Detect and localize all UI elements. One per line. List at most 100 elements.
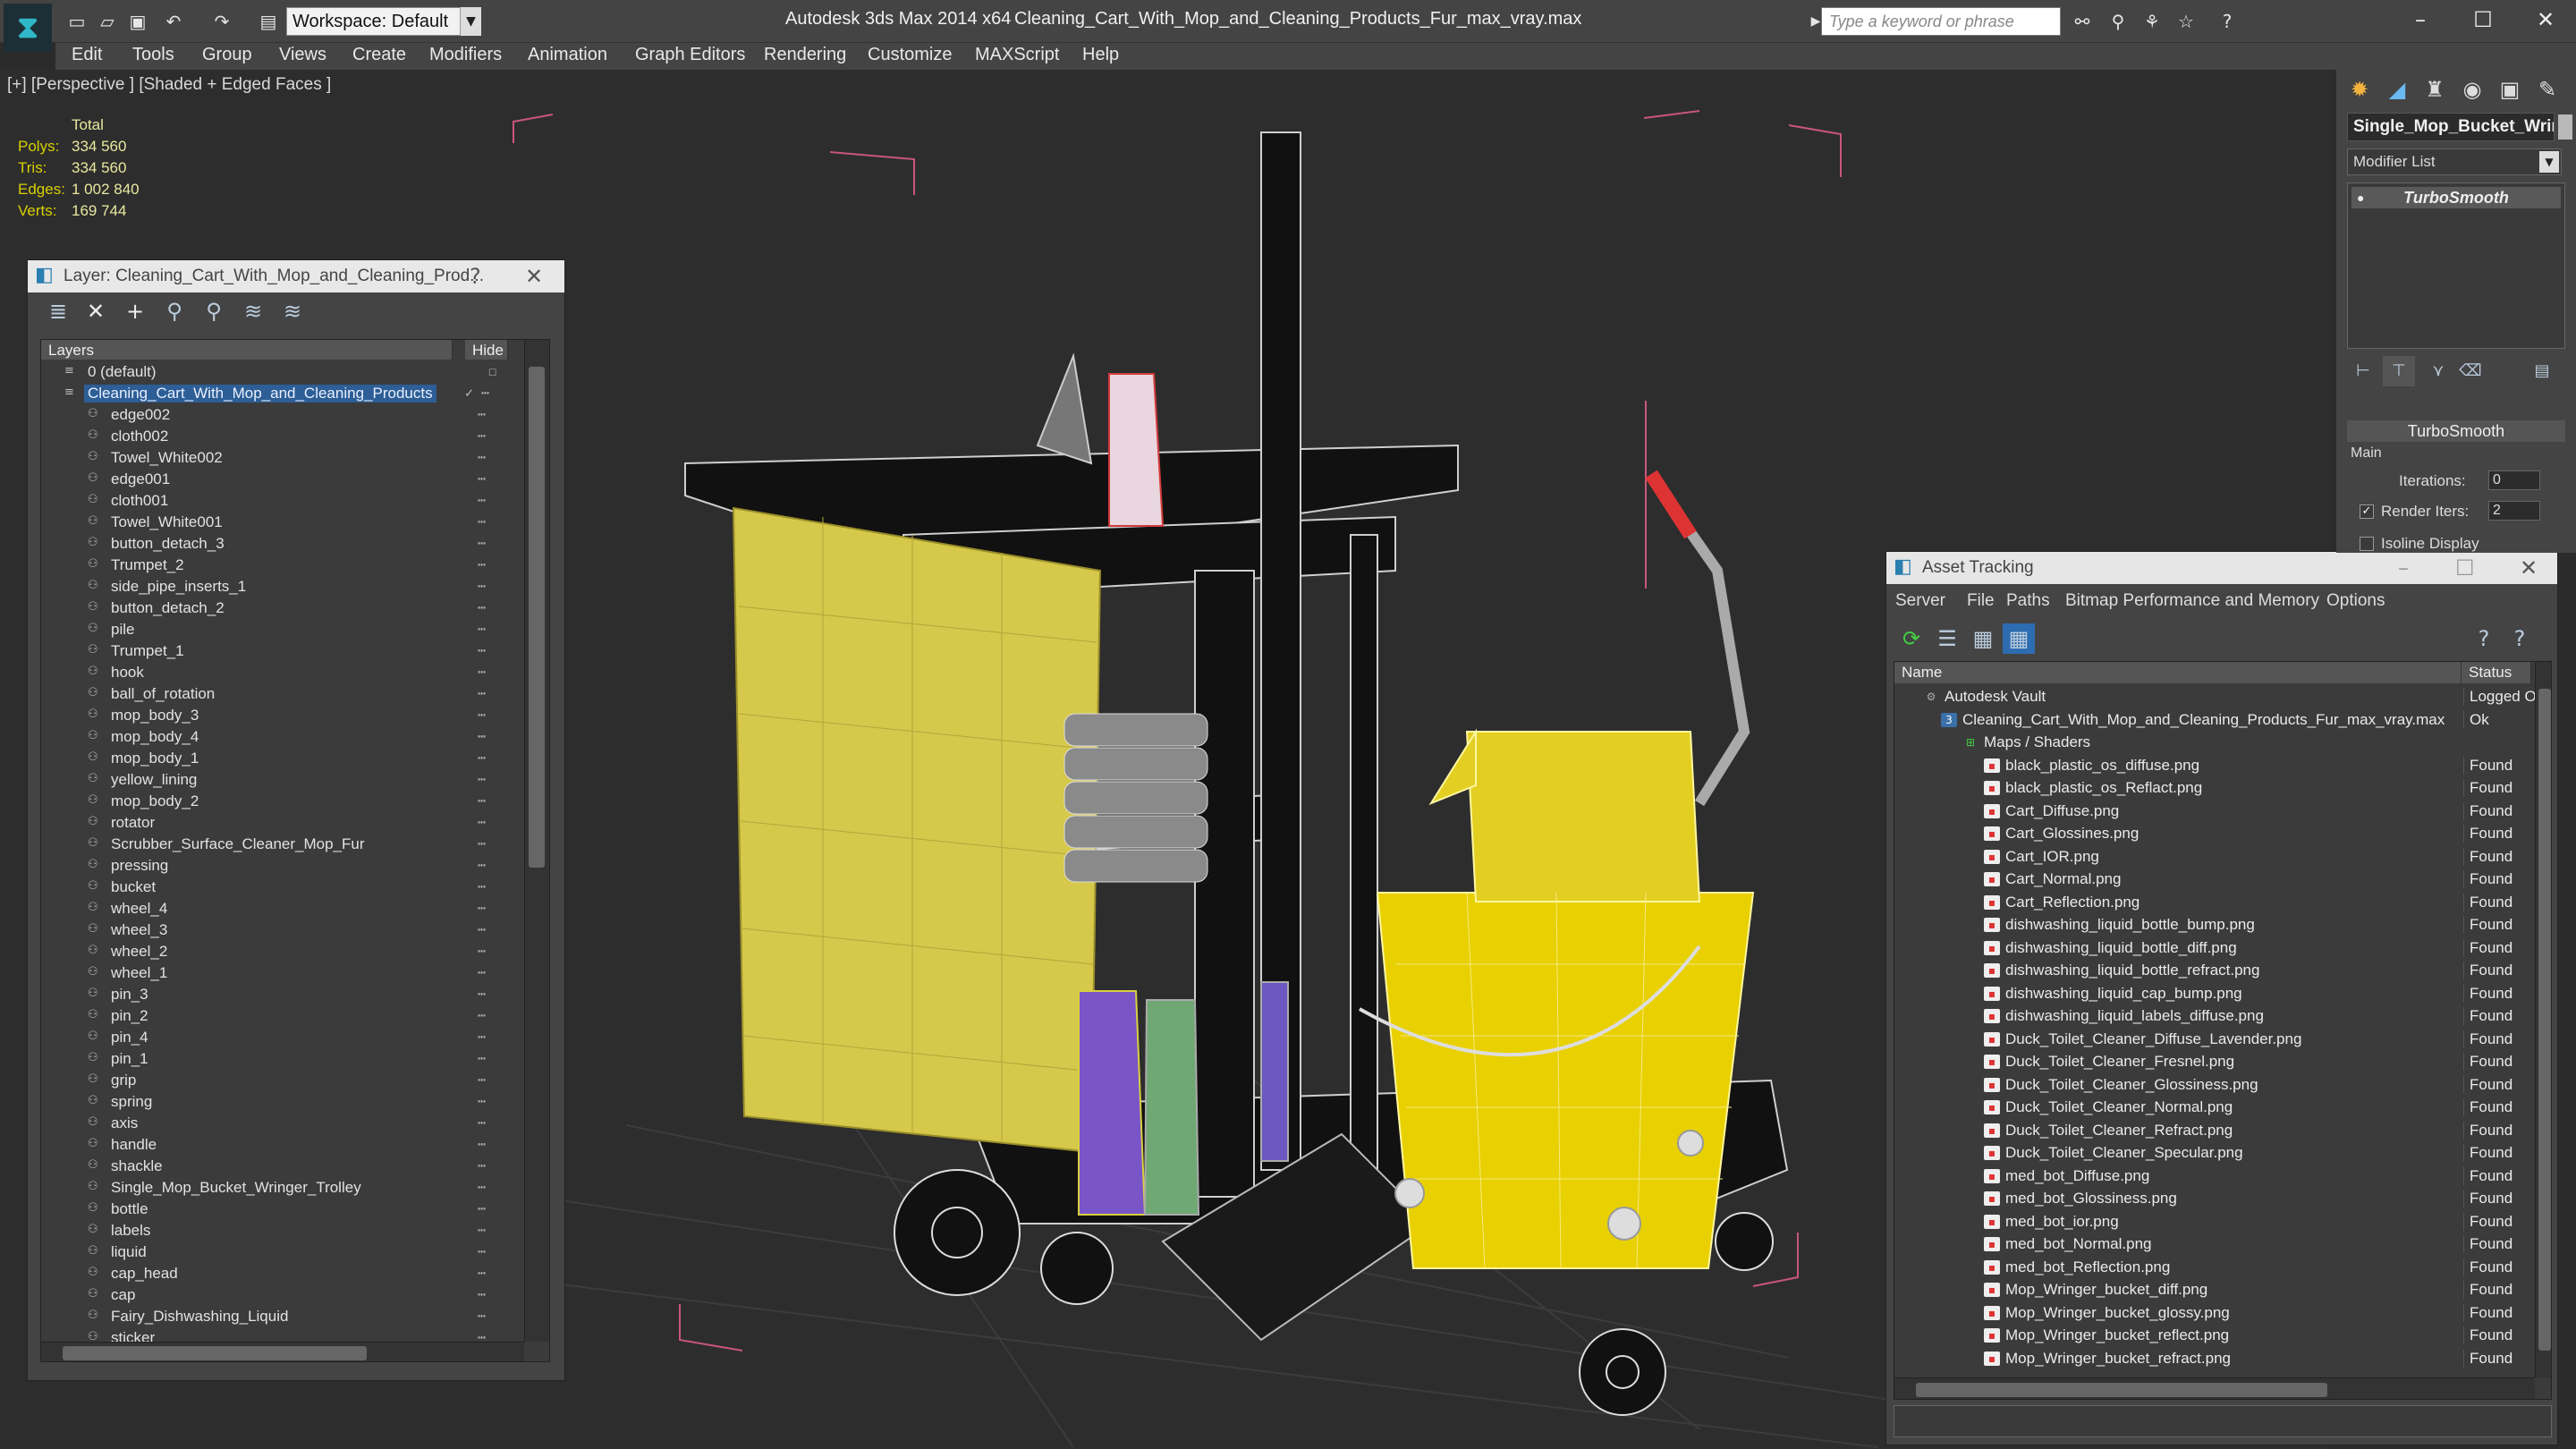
hide-toggle[interactable]: ⋯ (478, 599, 486, 615)
hide-column-header[interactable]: Hide (465, 340, 508, 360)
show-end-result-icon[interactable]: ⊤ (2383, 356, 2415, 386)
asset-vertical-scrollbar[interactable] (2535, 662, 2551, 1377)
menu-maxscript[interactable]: MAXScript (975, 45, 1059, 65)
exchange-icon[interactable]: ⚘ (2138, 7, 2166, 36)
asset-row[interactable]: ▪ dishwashing_liquid_bottle_refract.png Fo… (1894, 959, 2535, 982)
layer-row[interactable]: ⚇ Towel_White001 ⋯ (41, 512, 524, 533)
hide-toggle[interactable]: ⋯ (478, 1286, 486, 1302)
hide-toggle[interactable]: ⋯ (478, 492, 486, 508)
layer-row[interactable]: ⚇ Towel_White002 ⋯ (41, 447, 524, 469)
layer-row[interactable]: ⚇ Trumpet_2 ⋯ (41, 555, 524, 576)
asset-menu-paths[interactable]: Paths (2006, 591, 2050, 611)
asset-row[interactable]: ▪ dishwashing_liquid_labels_diffuse.png Fo… (1894, 1004, 2535, 1028)
hide-toggle[interactable]: ⋯ (478, 621, 486, 637)
asset-row[interactable]: ▪ Mop_Wringer_bucket_glossy.png Found (1894, 1301, 2535, 1325)
open-file-icon[interactable]: ▱ (93, 7, 122, 36)
hide-toggle[interactable]: ⋯ (478, 964, 486, 980)
layer-row[interactable]: ⚇ bucket ⋯ (41, 877, 524, 898)
layer-row[interactable]: ⚇ mop_body_2 ⋯ (41, 791, 524, 812)
layer-row[interactable]: ⚇ wheel_3 ⋯ (41, 919, 524, 941)
hide-toggle[interactable]: ⋯ (478, 921, 486, 937)
hide-toggle[interactable]: ⋯ (478, 1050, 486, 1066)
hide-toggle[interactable]: ⋯ (478, 1114, 486, 1131)
asset-row[interactable]: ⚙ Autodesk Vault Logged O (1894, 685, 2535, 708)
asset-menu-options[interactable]: Options (2326, 591, 2385, 611)
hide-toggle[interactable]: ⋯ (478, 428, 486, 444)
hide-toggle[interactable]: ⋯ (478, 1200, 486, 1216)
layer-row[interactable]: ⚇ pin_2 ⋯ (41, 1005, 524, 1027)
asset-row[interactable]: ▪ Cart_Diffuse.png Found (1894, 800, 2535, 823)
hide-toggle[interactable]: ⋯ (478, 556, 486, 572)
hide-toggle[interactable]: ⋯ (478, 513, 486, 530)
hide-toggle[interactable]: ⋯ (478, 470, 486, 487)
layer-row[interactable]: ⚇ ball_of_rotation ⋯ (41, 683, 524, 705)
layer-row[interactable]: ⚇ bottle ⋯ (41, 1199, 524, 1220)
layer-row[interactable]: ⚇ Scrubber_Surface_Cleaner_Mop_Fur ⋯ (41, 834, 524, 855)
asset-row[interactable]: 3 Cleaning_Cart_With_Mop_and_Cleaning_Pro… (1894, 708, 2535, 732)
search-input[interactable]: Type a keyword or phrase (1821, 7, 2061, 36)
communication-icon[interactable]: ⚲ (2104, 7, 2132, 36)
iterations-spinner[interactable]: 0 (2488, 470, 2540, 490)
asset-horizontal-scrollbar[interactable] (1894, 1377, 2535, 1399)
asset-row[interactable]: ▪ black_plastic_os_diffuse.png Found (1894, 754, 2535, 777)
modifier-list-dropdown[interactable]: Modifier List ▼ (2347, 148, 2562, 175)
table-view-icon[interactable]: ▦ (2003, 623, 2035, 654)
asset-menu-bitmap-performance[interactable]: Bitmap Performance and Memory (2065, 591, 2319, 611)
asset-row[interactable]: ▪ Cart_IOR.png Found (1894, 845, 2535, 869)
asset-menu-file[interactable]: File (1967, 591, 1995, 611)
menu-help[interactable]: Help (1082, 45, 1119, 65)
hide-toggle[interactable]: ⋯ (478, 707, 486, 723)
asset-menu-server[interactable]: Server (1895, 591, 1945, 611)
layer-row[interactable]: ⚇ pin_4 ⋯ (41, 1027, 524, 1048)
menu-tools[interactable]: Tools (132, 45, 174, 65)
layer-row[interactable]: ⚇ spring ⋯ (41, 1091, 524, 1113)
layer-row[interactable]: ⚇ button_detach_3 ⋯ (41, 533, 524, 555)
close-icon[interactable]: ✕ (2520, 555, 2538, 580)
display-tab-icon[interactable]: ▣ (2492, 73, 2528, 106)
hide-toggle[interactable]: ⋯ (478, 406, 486, 422)
asset-row[interactable]: ▪ black_plastic_os_Reflact.png Found (1894, 776, 2535, 800)
layer-row[interactable]: ⚇ edge001 ⋯ (41, 469, 524, 490)
refresh-icon[interactable]: ⟳ (1895, 623, 1928, 654)
hide-toggle[interactable]: ⋯ (478, 664, 486, 680)
menu-edit[interactable]: Edit (72, 45, 102, 65)
help-icon[interactable]: ? (470, 264, 481, 289)
layer-row[interactable]: ⚇ button_detach_2 ⋯ (41, 597, 524, 619)
maximize-icon[interactable]: ☐ (2455, 555, 2475, 580)
layer-row[interactable]: ⚇ Fairy_Dishwashing_Liquid ⋯ (41, 1306, 524, 1327)
hide-toggle[interactable]: ⋯ (478, 449, 486, 465)
layer-row[interactable]: ⚇ Trumpet_1 ⋯ (41, 640, 524, 662)
asset-row[interactable]: ▪ Cart_Glossines.png Found (1894, 822, 2535, 845)
hide-toggle[interactable]: ⋯ (478, 642, 486, 658)
create-layer-icon[interactable]: ≣ (42, 296, 74, 326)
asset-row[interactable]: ▪ Duck_Toilet_Cleaner_Normal.png Found (1894, 1096, 2535, 1119)
asset-row[interactable]: ▪ Cart_Normal.png Found (1894, 868, 2535, 891)
hide-toggle[interactable]: ⋯ (478, 857, 486, 873)
layer-row[interactable]: ⚇ handle ⋯ (41, 1134, 524, 1156)
hide-toggle[interactable]: ⋯ (478, 685, 486, 701)
layer-row[interactable]: ⚇ mop_body_3 ⋯ (41, 705, 524, 726)
layer-row[interactable]: ⚇ side_pipe_inserts_1 ⋯ (41, 576, 524, 597)
layer-row[interactable]: ⚇ hook ⋯ (41, 662, 524, 683)
app-logo-icon[interactable]: ⧗ (4, 4, 52, 52)
layer-row[interactable]: ⚇ labels ⋯ (41, 1220, 524, 1241)
help-icon[interactable]: ? (2504, 623, 2536, 654)
menu-create[interactable]: Create (352, 45, 406, 65)
highlight-layer-icon[interactable]: ⚲ (198, 296, 230, 326)
utilities-tab-icon[interactable]: ✎ (2529, 73, 2565, 106)
layer-row[interactable]: ⚇ axis ⋯ (41, 1113, 524, 1134)
close-icon[interactable]: ✕ (2519, 2, 2572, 38)
asset-row[interactable]: ▪ med_bot_Reflection.png Found (1894, 1256, 2535, 1279)
layer-row[interactable]: ⚇ pile ⋯ (41, 619, 524, 640)
layer-row[interactable]: ⚇ pin_3 ⋯ (41, 984, 524, 1005)
asset-row[interactable]: ⊞ Maps / Shaders (1894, 731, 2535, 754)
hide-toggle[interactable]: ⋯ (478, 750, 486, 766)
menu-rendering[interactable]: Rendering (764, 45, 846, 65)
freeze-all-icon[interactable]: ≋ (276, 296, 309, 326)
workspace-dropdown[interactable]: Workspace: Default (286, 7, 481, 36)
hide-toggle[interactable]: ⋯ (478, 1093, 486, 1109)
minimize-icon[interactable]: – (2398, 555, 2409, 580)
layer-row[interactable]: ⚇ wheel_1 ⋯ (41, 962, 524, 984)
list-view-icon[interactable]: ☰ (1931, 623, 1963, 654)
help-icon[interactable]: ? (2213, 7, 2241, 36)
